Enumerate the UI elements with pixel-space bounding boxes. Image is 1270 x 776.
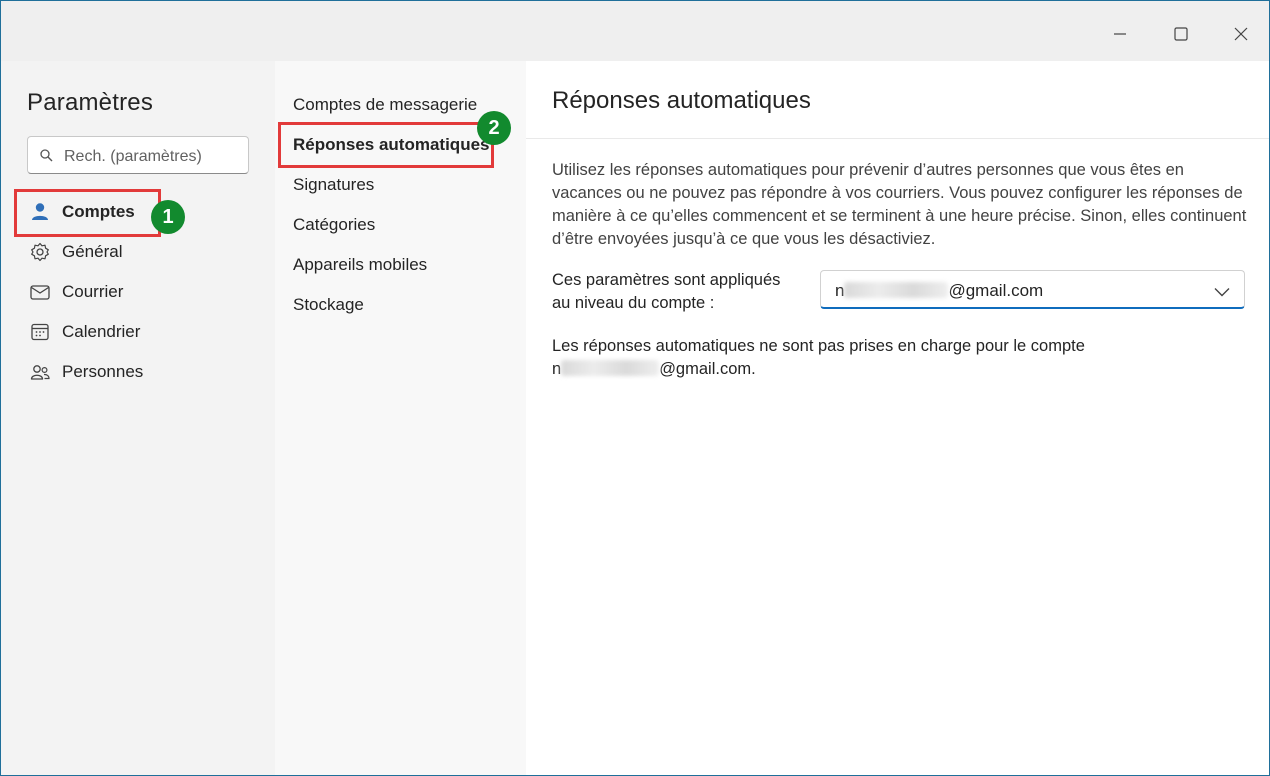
account-prefix: n [835,281,845,300]
subnav-item-signatures[interactable]: Signatures [293,175,374,195]
header-divider [526,138,1269,139]
step-badge-2: 2 [477,111,511,145]
subnav-item-comptes-messagerie[interactable]: Comptes de messagerie [293,95,477,115]
notice-text: Les réponses automatiques ne sont pas pr… [552,337,1085,355]
search-placeholder: Rech. (paramètres) [64,148,202,165]
step-badge-1: 1 [151,200,185,234]
subnav-item-categories[interactable]: Catégories [293,215,375,235]
sidebar-item-personnes[interactable]: Personnes [25,354,261,390]
people-icon [29,361,51,383]
calendar-icon [29,321,51,343]
search-icon [40,149,53,167]
sidebar-item-label: Personnes [62,362,144,381]
close-icon[interactable] [1230,23,1252,45]
sidebar-title: Paramètres [27,89,154,116]
chevron-down-icon[interactable] [1214,284,1230,302]
unsupported-notice: Les réponses automatiques ne sont pas pr… [552,335,1232,381]
title-bar[interactable] [1,1,1269,61]
highlight-box-reponses [278,122,494,168]
sidebar-item-label: Calendrier [62,322,141,341]
redacted-text [561,360,660,376]
selected-account: n @gmail.com [835,281,1043,301]
account-scope-label: Ces paramètres sont appliqués au niveau … [552,271,781,312]
settings-sidebar: Paramètres Rech. (paramètres) Comptes Gé… [1,61,275,775]
highlight-box-comptes [14,189,161,237]
mail-icon [29,281,51,303]
notice-account-prefix: n [552,360,562,378]
accounts-subnav: Comptes de messagerie Réponses automatiq… [275,61,526,775]
notice-account-suffix: @gmail.com. [659,360,756,378]
sidebar-item-calendrier[interactable]: Calendrier [25,314,261,350]
subnav-item-stockage[interactable]: Stockage [293,295,364,315]
sidebar-item-courrier[interactable]: Courrier [25,274,261,310]
subnav-item-appareils-mobiles[interactable]: Appareils mobiles [293,255,427,275]
page-title: Réponses automatiques [552,87,811,114]
gear-icon [29,241,51,263]
search-input[interactable]: Rech. (paramètres) [27,136,249,174]
description-text: Utilisez les réponses automatiques pour … [552,161,1247,248]
sidebar-item-label: Général [62,242,123,261]
main-panel: Réponses automatiques Utilisez les répon… [526,61,1269,775]
sidebar-item-label: Courrier [62,282,124,301]
sidebar-item-general[interactable]: Général [25,234,261,270]
maximize-icon[interactable] [1170,23,1192,45]
minimize-icon[interactable] [1110,23,1132,45]
account-domain: @gmail.com [948,281,1044,300]
account-select[interactable]: n @gmail.com [820,270,1245,309]
redacted-text [844,282,949,298]
settings-window: Paramètres Rech. (paramètres) Comptes Gé… [0,0,1270,776]
